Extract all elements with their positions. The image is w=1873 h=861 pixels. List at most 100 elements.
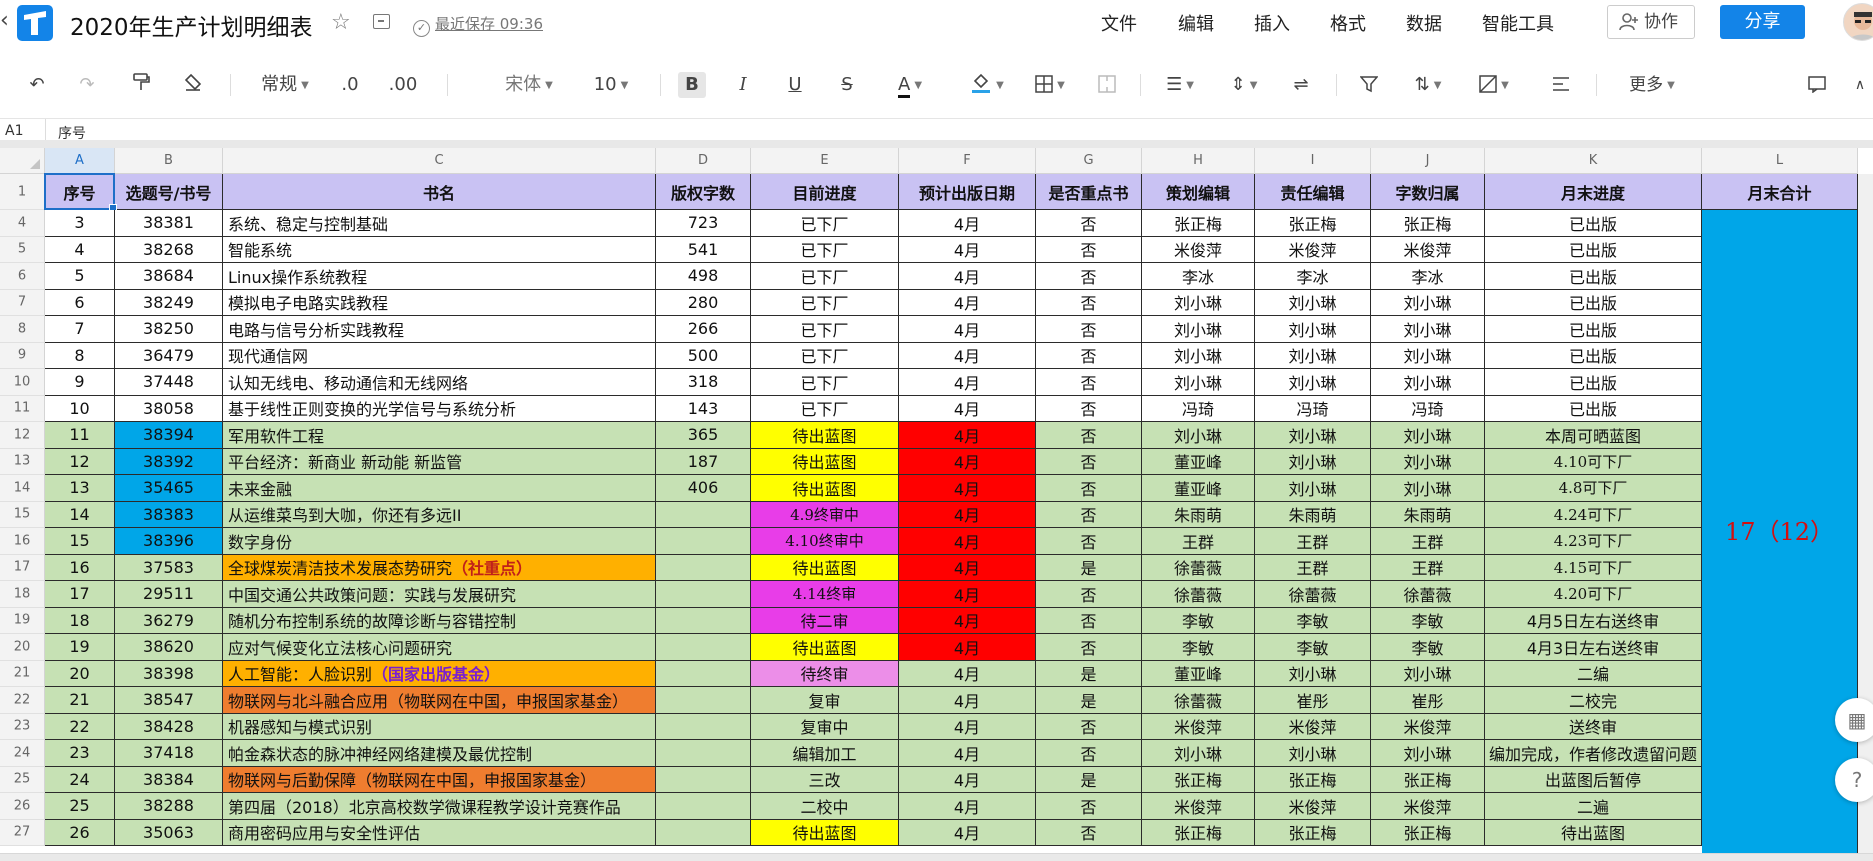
borders-button[interactable]: ▼: [1030, 72, 1070, 98]
cell-d-19[interactable]: [656, 607, 751, 634]
row-header[interactable]: 15: [0, 501, 45, 528]
column-header-e[interactable]: E: [751, 148, 899, 174]
cell-k-7[interactable]: 已出版: [1485, 289, 1702, 316]
row-header[interactable]: 4: [0, 210, 45, 237]
cell-g-17[interactable]: 是: [1036, 554, 1142, 581]
cell-c-26[interactable]: 第四届（2018）北京高校数学微课程教学设计竞赛作品: [223, 793, 656, 820]
cell-e-16[interactable]: 4.10终审中: [751, 528, 899, 555]
cell-h-24[interactable]: 刘小琳: [1142, 740, 1255, 767]
cell-i-7[interactable]: 刘小琳: [1255, 289, 1371, 316]
cell-b-5[interactable]: 38268: [115, 236, 223, 263]
cell-c-19[interactable]: 随机分布控制系统的故障诊断与容错控制: [223, 607, 656, 634]
cell-d-16[interactable]: [656, 528, 751, 555]
cell-c-22[interactable]: 物联网与北斗融合应用（物联网在中国，申报国家基金）: [223, 687, 656, 714]
freeze-icon[interactable]: [1548, 72, 1574, 98]
cell-a-27[interactable]: 26: [45, 819, 115, 846]
cell-d-13[interactable]: 187: [656, 448, 751, 475]
cell-b-8[interactable]: 38250: [115, 316, 223, 343]
cell-f-23[interactable]: 4月: [899, 713, 1036, 740]
cell-k-5[interactable]: 已出版: [1485, 236, 1702, 263]
cell-b-27[interactable]: 35063: [115, 819, 223, 846]
cell-k-20[interactable]: 4月3日左右送终审: [1485, 634, 1702, 661]
cell-e-18[interactable]: 4.14终审: [751, 581, 899, 608]
row-header[interactable]: 17: [0, 554, 45, 581]
collaborate-button[interactable]: 协作: [1607, 5, 1695, 39]
cell-k-23[interactable]: 送终审: [1485, 713, 1702, 740]
cell-i-1[interactable]: 责任编辑: [1255, 174, 1371, 210]
cell-c-12[interactable]: 军用软件工程: [223, 422, 656, 449]
cell-d-12[interactable]: 365: [656, 422, 751, 449]
cell-e-7[interactable]: 已下厂: [751, 289, 899, 316]
strikethrough-button[interactable]: S: [834, 72, 860, 98]
star-icon[interactable]: ☆: [331, 10, 351, 35]
conditional-format-button[interactable]: ▼: [1474, 72, 1514, 98]
cell-e-17[interactable]: 待出蓝图: [751, 554, 899, 581]
cell-h-14[interactable]: 董亚峰: [1142, 475, 1255, 502]
cell-g-8[interactable]: 否: [1036, 316, 1142, 343]
cell-d-21[interactable]: [656, 660, 751, 687]
row-header[interactable]: 14: [0, 475, 45, 502]
cell-h-19[interactable]: 李敏: [1142, 607, 1255, 634]
font-family-select[interactable]: 宋体 ▼: [494, 72, 564, 98]
cell-k-9[interactable]: 已出版: [1485, 342, 1702, 369]
cell-j-6[interactable]: 李冰: [1371, 263, 1485, 290]
back-icon[interactable]: ‹: [0, 8, 14, 36]
share-button[interactable]: 分享: [1720, 5, 1805, 39]
cell-j-26[interactable]: 米俊萍: [1371, 793, 1485, 820]
column-header-a[interactable]: A: [45, 148, 115, 174]
cell-d-1[interactable]: 版权字数: [656, 174, 751, 210]
row-header[interactable]: 27: [0, 819, 45, 846]
cell-k-11[interactable]: 已出版: [1485, 395, 1702, 422]
cell-g-12[interactable]: 否: [1036, 422, 1142, 449]
cell-b-14[interactable]: 35465: [115, 475, 223, 502]
cell-j-21[interactable]: 刘小琳: [1371, 660, 1485, 687]
row-header[interactable]: 12: [0, 422, 45, 449]
comment-icon[interactable]: [1804, 72, 1830, 98]
cell-d-9[interactable]: 500: [656, 342, 751, 369]
cell-g-15[interactable]: 否: [1036, 501, 1142, 528]
cell-j-8[interactable]: 刘小琳: [1371, 316, 1485, 343]
cell-b-12[interactable]: 38394: [115, 422, 223, 449]
cell-a-14[interactable]: 13: [45, 475, 115, 502]
cell-j-27[interactable]: 张正梅: [1371, 819, 1485, 846]
cell-e-4[interactable]: 已下厂: [751, 210, 899, 237]
cell-j-25[interactable]: 张正梅: [1371, 766, 1485, 793]
cell-e-9[interactable]: 已下厂: [751, 342, 899, 369]
cell-h-16[interactable]: 王群: [1142, 528, 1255, 555]
cell-b-19[interactable]: 36279: [115, 607, 223, 634]
formula-bar-divider[interactable]: [0, 140, 1873, 148]
cell-j-10[interactable]: 刘小琳: [1371, 369, 1485, 396]
cell-f-5[interactable]: 4月: [899, 236, 1036, 263]
cell-k-16[interactable]: 4.23可下厂: [1485, 528, 1702, 555]
cell-e-5[interactable]: 已下厂: [751, 236, 899, 263]
cell-k-18[interactable]: 4.20可下厂: [1485, 581, 1702, 608]
cell-b-6[interactable]: 38684: [115, 263, 223, 290]
cell-j-20[interactable]: 李敏: [1371, 634, 1485, 661]
cell-c-15[interactable]: 从运维菜鸟到大咖，你还有多远II: [223, 501, 656, 528]
cell-i-27[interactable]: 张正梅: [1255, 819, 1371, 846]
row-header[interactable]: 26: [0, 793, 45, 820]
cell-k-4[interactable]: 已出版: [1485, 210, 1702, 237]
cell-f-17[interactable]: 4月: [899, 554, 1036, 581]
cell-k-27[interactable]: 待出蓝图: [1485, 819, 1702, 846]
cell-d-8[interactable]: 266: [656, 316, 751, 343]
cell-h-10[interactable]: 刘小琳: [1142, 369, 1255, 396]
cell-f-20[interactable]: 4月: [899, 634, 1036, 661]
cell-h-8[interactable]: 刘小琳: [1142, 316, 1255, 343]
column-header-g[interactable]: G: [1036, 148, 1142, 174]
row-header[interactable]: 21: [0, 660, 45, 687]
cell-g-13[interactable]: 否: [1036, 448, 1142, 475]
merge-cells-icon[interactable]: [1094, 72, 1120, 98]
cell-b-23[interactable]: 38428: [115, 713, 223, 740]
cell-j-14[interactable]: 刘小琳: [1371, 475, 1485, 502]
cell-f-24[interactable]: 4月: [899, 740, 1036, 767]
menu-insert[interactable]: 插入: [1254, 10, 1290, 36]
cell-e-25[interactable]: 三改: [751, 766, 899, 793]
cell-b-7[interactable]: 38249: [115, 289, 223, 316]
cell-f-14[interactable]: 4月: [899, 475, 1036, 502]
cell-h-20[interactable]: 李敏: [1142, 634, 1255, 661]
cell-i-20[interactable]: 李敏: [1255, 634, 1371, 661]
cell-i-24[interactable]: 刘小琳: [1255, 740, 1371, 767]
cell-i-5[interactable]: 米俊萍: [1255, 236, 1371, 263]
cell-g-23[interactable]: 否: [1036, 713, 1142, 740]
